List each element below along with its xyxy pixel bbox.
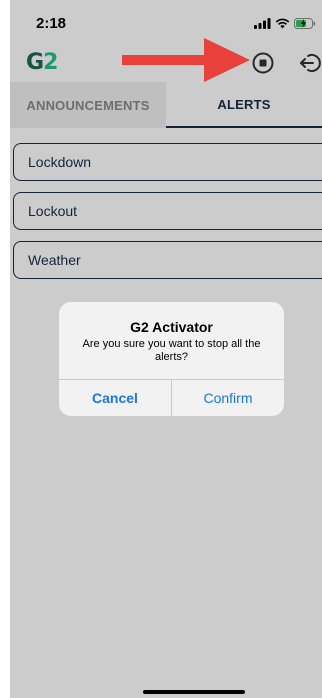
phone-screen: 2:18 G2 ANNOUNCEMENTS ALERTS Lockdown Lo… (10, 0, 322, 698)
cancel-button[interactable]: Cancel (59, 380, 172, 416)
dialog-actions: Cancel Confirm (59, 379, 284, 416)
annotation-arrow-icon (122, 38, 250, 82)
dialog-title: G2 Activator (130, 319, 213, 335)
confirm-dialog: G2 Activator Are you sure you want to st… (59, 302, 284, 416)
confirm-button[interactable]: Confirm (172, 380, 284, 416)
home-indicator (143, 690, 245, 694)
dialog-message: Are you sure you want to stop all the al… (82, 338, 261, 363)
